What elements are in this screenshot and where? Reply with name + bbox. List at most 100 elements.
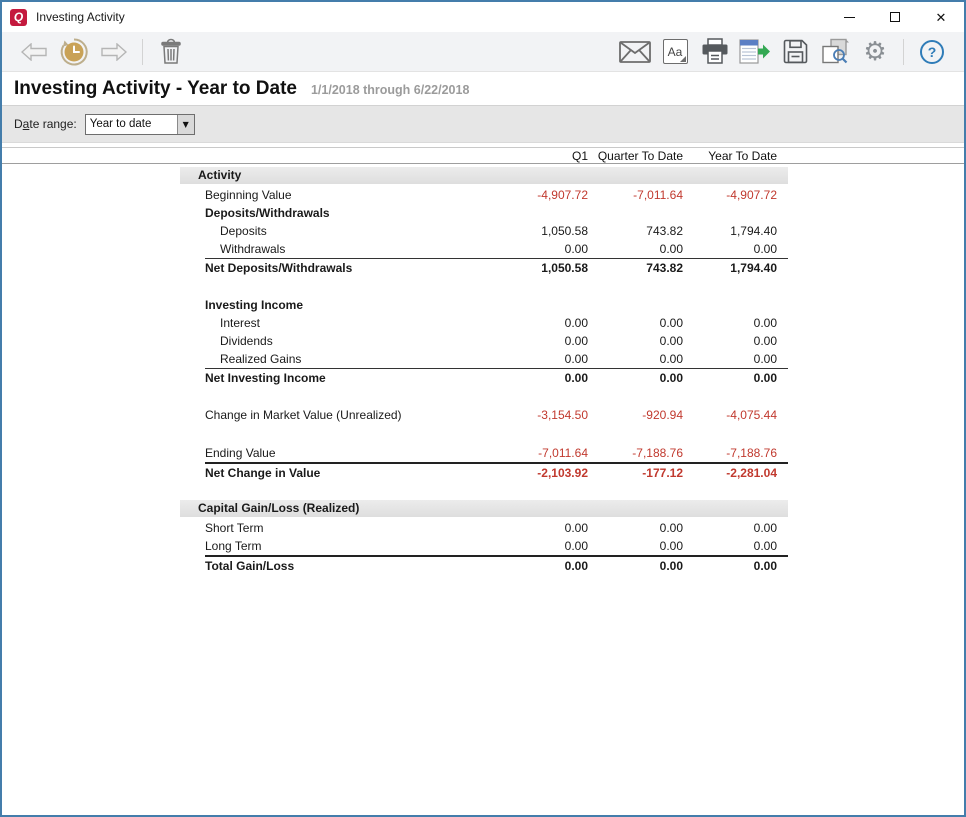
row-label: Deposits/Withdrawals <box>205 204 777 222</box>
cell-value: 0.00 <box>683 537 777 555</box>
cell-value: 0.00 <box>683 557 777 575</box>
table-row: Dividends0.000.000.00 <box>180 332 788 350</box>
table-row: Beginning Value-4,907.72-7,011.64-4,907.… <box>180 186 788 204</box>
column-header-empty <box>180 148 493 164</box>
date-range-label: Date range: <box>14 117 77 131</box>
table-row: Realized Gains0.000.000.00 <box>180 350 788 368</box>
row-label: Beginning Value <box>180 186 493 204</box>
cell-value: -3,154.50 <box>493 406 588 424</box>
table-row: Change in Market Value (Unrealized)-3,15… <box>180 406 788 424</box>
delete-report-button[interactable] <box>151 35 191 69</box>
titlebar: Q Investing Activity ✕ <box>2 2 964 32</box>
cell-value: 0.00 <box>493 350 588 368</box>
email-report-button[interactable] <box>615 35 655 69</box>
cell-value: 0.00 <box>493 240 588 258</box>
spacer-row <box>180 276 788 296</box>
date-range-selected-value: Year to date <box>86 118 177 130</box>
back-button[interactable] <box>14 35 54 69</box>
forward-button[interactable] <box>94 35 134 69</box>
chevron-down-icon[interactable]: ▼ <box>177 115 194 134</box>
help-button[interactable]: ? <box>912 35 952 69</box>
row-label: Net Change in Value <box>205 464 493 482</box>
report-body: Q1 Quarter To Date Year To Date Activity… <box>2 143 964 815</box>
cell-value: 0.00 <box>683 369 777 387</box>
cell-value: 0.00 <box>683 240 777 258</box>
cell-value: 0.00 <box>683 350 777 368</box>
maximize-button[interactable] <box>872 2 918 32</box>
report-table: ActivityBeginning Value-4,907.72-7,011.6… <box>180 167 788 573</box>
quicken-logo-icon: Q <box>10 9 27 26</box>
report-header: Investing Activity - Year to Date 1/1/20… <box>2 72 964 105</box>
filter-bar: Date range: Year to date ▼ <box>2 105 964 143</box>
mail-icon <box>619 41 651 63</box>
close-button[interactable]: ✕ <box>918 2 964 32</box>
table-row: Ending Value-7,011.64-7,188.76-7,188.76 <box>180 444 788 462</box>
cell-value: -7,011.64 <box>588 186 683 204</box>
row-label: Change in Market Value (Unrealized) <box>180 406 493 424</box>
save-button[interactable] <box>775 35 815 69</box>
row-label: Interest <box>180 314 493 332</box>
section-header-row: Capital Gain/Loss (Realized) <box>180 500 788 517</box>
cell-value: -7,188.76 <box>588 444 683 462</box>
cell-value: -920.94 <box>588 406 683 424</box>
cell-value: 0.00 <box>493 314 588 332</box>
export-button[interactable] <box>735 35 775 69</box>
save-floppy-icon <box>783 39 808 64</box>
cell-value: -4,075.44 <box>683 406 777 424</box>
row-label: Deposits <box>180 222 493 240</box>
minimize-button[interactable] <box>826 2 872 32</box>
table-row: Deposits1,050.58743.821,794.40 <box>180 222 788 240</box>
row-label: Total Gain/Loss <box>205 557 493 575</box>
toolbar: Aa <box>2 32 964 72</box>
cell-value: 0.00 <box>493 369 588 387</box>
cell-value: 0.00 <box>588 350 683 368</box>
row-label: Capital Gain/Loss (Realized) <box>198 500 777 517</box>
column-header-q1: Q1 <box>493 148 588 164</box>
cell-value: -2,281.04 <box>683 464 777 482</box>
settings-button[interactable]: ⚙ <box>855 35 895 69</box>
window-controls: ✕ <box>826 2 964 32</box>
cell-value: 0.00 <box>588 314 683 332</box>
column-headers: Q1 Quarter To Date Year To Date <box>180 148 788 164</box>
history-button[interactable] <box>54 35 94 69</box>
print-button[interactable] <box>695 35 735 69</box>
cell-value: 0.00 <box>493 332 588 350</box>
row-label: Net Investing Income <box>205 369 493 387</box>
date-range-select[interactable]: Year to date ▼ <box>85 114 195 135</box>
table-row: Short Term0.000.000.00 <box>180 519 788 537</box>
cell-value: -4,907.72 <box>683 186 777 204</box>
window-title: Investing Activity <box>36 10 125 24</box>
cell-value: 743.82 <box>588 222 683 240</box>
history-clock-icon <box>59 37 89 67</box>
font-size-button[interactable]: Aa <box>655 35 695 69</box>
cell-value: -4,907.72 <box>493 186 588 204</box>
spacer-row <box>180 480 788 500</box>
cell-value: 0.00 <box>683 332 777 350</box>
cell-value: 0.00 <box>588 240 683 258</box>
maximize-icon <box>890 12 900 22</box>
section-header-row: Activity <box>180 167 788 184</box>
cell-value: 0.00 <box>683 519 777 537</box>
spacer-row <box>180 424 788 444</box>
row-label: Net Deposits/Withdrawals <box>205 259 493 277</box>
cell-value: 0.00 <box>588 369 683 387</box>
row-label: Long Term <box>180 537 493 555</box>
table-row: Net Change in Value-2,103.92-177.12-2,28… <box>205 462 788 480</box>
back-arrow-icon <box>21 43 47 61</box>
table-row: Interest0.000.000.00 <box>180 314 788 332</box>
row-label: Short Term <box>180 519 493 537</box>
column-header-row: Q1 Quarter To Date Year To Date <box>2 147 964 164</box>
cell-value: -7,011.64 <box>493 444 588 462</box>
table-row: Net Deposits/Withdrawals1,050.58743.821,… <box>205 258 788 276</box>
export-spreadsheet-icon <box>739 38 771 66</box>
cell-value: 0.00 <box>588 332 683 350</box>
app-window: Q Investing Activity ✕ <box>0 0 966 817</box>
report-preview-button[interactable] <box>815 35 855 69</box>
toolbar-separator <box>903 39 904 65</box>
page-title: Investing Activity - Year to Date <box>14 78 297 100</box>
minimize-icon <box>844 17 855 18</box>
close-icon: ✕ <box>936 11 947 24</box>
table-row: Withdrawals0.000.000.00 <box>180 240 788 258</box>
row-label: Realized Gains <box>180 350 493 368</box>
report-preview-icon <box>821 38 850 66</box>
